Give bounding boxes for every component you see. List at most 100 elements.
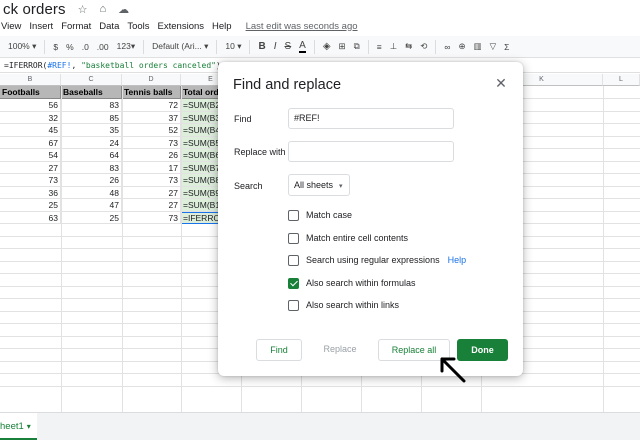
chevron-down-icon: ▾ (204, 41, 209, 51)
header-cell-footballs[interactable]: Footballs (0, 86, 61, 99)
italic-button[interactable]: I (274, 41, 277, 52)
table-cell[interactable]: 47 (61, 199, 122, 212)
table-cell[interactable]: 36 (0, 186, 61, 199)
column-header-d[interactable]: D (122, 74, 181, 86)
table-cell[interactable]: 27 (122, 186, 181, 199)
search-scope-select[interactable]: All sheets ▾ (288, 174, 350, 196)
option-search-formulas[interactable]: Also search within formulas (288, 276, 416, 290)
table-cell[interactable]: 48 (61, 186, 122, 199)
table-cell[interactable]: 26 (61, 174, 122, 187)
match-entire-cell-checkbox[interactable] (288, 232, 299, 244)
column-header-b[interactable]: B (0, 74, 61, 86)
table-cell[interactable]: 27 (0, 161, 61, 174)
text-color-button[interactable]: A (299, 40, 306, 53)
merge-cells-icon[interactable]: ⧉ (354, 41, 360, 52)
fill-color-icon[interactable]: ◈ (323, 41, 331, 52)
percent-button[interactable]: % (66, 42, 74, 52)
table-cell[interactable]: 37 (122, 111, 181, 124)
menu-view[interactable]: View (1, 21, 21, 32)
table-cell[interactable]: 73 (122, 136, 181, 149)
table-cell[interactable]: 85 (61, 111, 122, 124)
table-cell[interactable]: 45 (0, 124, 61, 137)
replace-input[interactable] (288, 141, 454, 162)
decrease-decimal-button[interactable]: .0 (82, 42, 89, 52)
close-icon[interactable]: ✕ (494, 75, 508, 92)
more-formats-button[interactable]: 123▾ (117, 41, 135, 52)
table-cell[interactable]: 52 (122, 124, 181, 137)
option-match-entire-cell[interactable]: Match entire cell contents (288, 231, 408, 245)
column-header-c[interactable]: C (61, 74, 122, 86)
table-cell[interactable]: 63 (0, 211, 61, 224)
column-header-l[interactable]: L (603, 74, 640, 86)
menu-format[interactable]: Format (61, 21, 91, 32)
replace-button[interactable]: Replace (314, 339, 366, 361)
menu-insert[interactable]: Insert (29, 21, 53, 32)
title-bar: ck orders ☆ ⌂ ☁ (0, 0, 640, 18)
header-cell-tennis-balls[interactable]: Tennis balls (122, 86, 181, 99)
regex-help-link[interactable]: Help (448, 255, 467, 265)
header-cell-baseballs[interactable]: Baseballs (61, 86, 122, 99)
sheet-tab-sheet1[interactable]: heet1 ▾ (0, 413, 37, 440)
table-cell[interactable]: 32 (0, 111, 61, 124)
toolbar-divider (249, 39, 251, 54)
search-links-checkbox[interactable] (288, 299, 299, 311)
option-label: Match case (306, 210, 353, 220)
dialog-title: Find and replace (233, 77, 342, 93)
table-cell[interactable]: 56 (0, 99, 61, 112)
last-edit-link[interactable]: Last edit was seconds ago (246, 21, 358, 32)
regex-checkbox[interactable] (288, 254, 299, 266)
filter-icon[interactable]: ▽ (490, 41, 497, 52)
font-select[interactable]: Default (Ari... ▾ (152, 41, 208, 52)
align-icon[interactable]: ≡ (377, 42, 382, 52)
table-cell[interactable]: 72 (122, 99, 181, 112)
chevron-down-icon[interactable]: ▾ (27, 422, 31, 431)
search-formulas-checkbox[interactable] (288, 277, 299, 289)
chart-icon[interactable]: ▥ (474, 41, 482, 52)
table-cell[interactable]: 35 (61, 124, 122, 137)
cloud-icon[interactable]: ☁ (118, 3, 129, 16)
option-regex[interactable]: Search using regular expressions Help (288, 253, 466, 267)
match-case-checkbox[interactable] (288, 209, 299, 221)
link-icon[interactable]: ∞ (444, 42, 450, 52)
table-cell[interactable]: 17 (122, 161, 181, 174)
table-cell[interactable]: 25 (0, 199, 61, 212)
table-cell[interactable]: 26 (122, 149, 181, 162)
table-cell[interactable]: 73 (122, 211, 181, 224)
bold-button[interactable]: B (258, 41, 265, 52)
increase-decimal-button[interactable]: .00 (97, 42, 109, 52)
table-cell[interactable]: 67 (0, 136, 61, 149)
option-search-links[interactable]: Also search within links (288, 298, 399, 312)
menu-data[interactable]: Data (99, 21, 119, 32)
star-icon[interactable]: ☆ (78, 3, 88, 16)
table-cell[interactable]: 24 (61, 136, 122, 149)
comment-icon[interactable]: ⊕ (458, 41, 465, 52)
folder-icon[interactable]: ⌂ (99, 3, 106, 15)
menu-tools[interactable]: Tools (127, 21, 149, 32)
borders-icon[interactable]: ⊞ (339, 41, 346, 52)
strikethrough-button[interactable]: S (285, 41, 292, 52)
vertical-align-icon[interactable]: ⊥ (390, 41, 397, 52)
menu-help[interactable]: Help (212, 21, 232, 32)
toolbar-divider (44, 39, 46, 54)
table-cell[interactable]: 54 (0, 149, 61, 162)
font-size-select[interactable]: 10 ▾ (225, 41, 241, 52)
document-title[interactable]: ck orders (3, 1, 66, 18)
text-wrap-icon[interactable]: ⇆ (405, 41, 412, 52)
table-cell[interactable]: 83 (61, 161, 122, 174)
table-cell[interactable]: 25 (61, 211, 122, 224)
table-cell[interactable]: 64 (61, 149, 122, 162)
functions-icon[interactable]: Σ (504, 42, 509, 52)
zoom-select[interactable]: 100% ▾ (8, 41, 36, 52)
grid-line (0, 385, 640, 387)
currency-button[interactable]: $ (53, 42, 58, 52)
table-cell[interactable]: 27 (122, 199, 181, 212)
menu-extensions[interactable]: Extensions (158, 21, 204, 32)
find-button[interactable]: Find (256, 339, 302, 361)
option-match-case[interactable]: Match case (288, 208, 352, 222)
table-cell[interactable]: 73 (0, 174, 61, 187)
find-input[interactable]: #REF! (288, 108, 454, 129)
text-rotation-icon[interactable]: ⟲ (420, 41, 427, 52)
table-cell[interactable]: 83 (61, 99, 122, 112)
menu-bar: View Insert Format Data Tools Extensions… (0, 18, 358, 34)
table-cell[interactable]: 73 (122, 174, 181, 187)
